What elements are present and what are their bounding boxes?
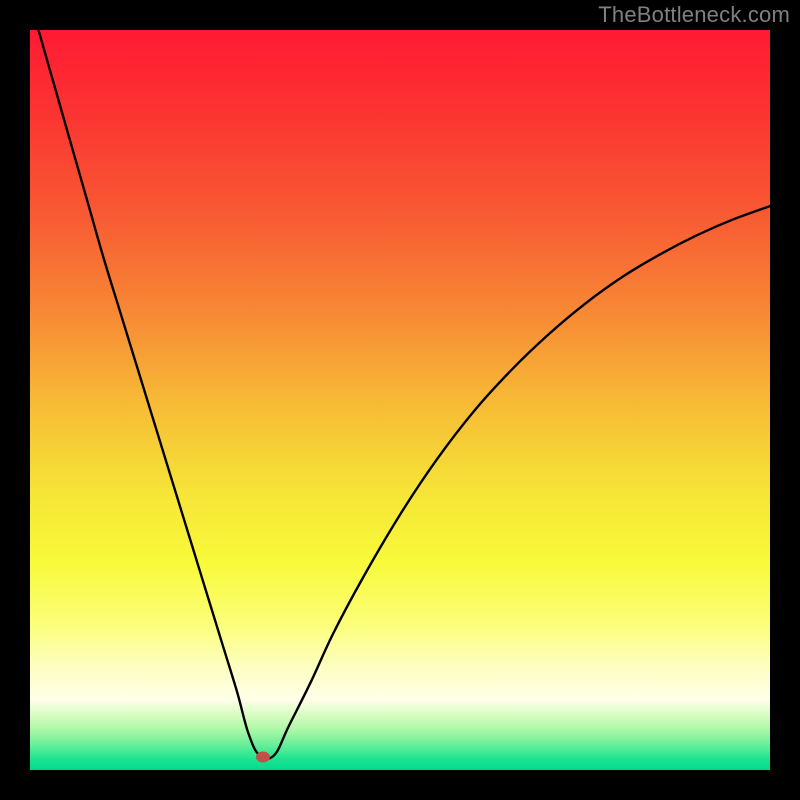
minimum-marker [256, 751, 270, 762]
plot-area [30, 30, 770, 770]
bottleneck-curve [30, 30, 770, 759]
curve-layer [30, 30, 770, 770]
watermark-text: TheBottleneck.com [598, 2, 790, 28]
chart-container: TheBottleneck.com [0, 0, 800, 800]
